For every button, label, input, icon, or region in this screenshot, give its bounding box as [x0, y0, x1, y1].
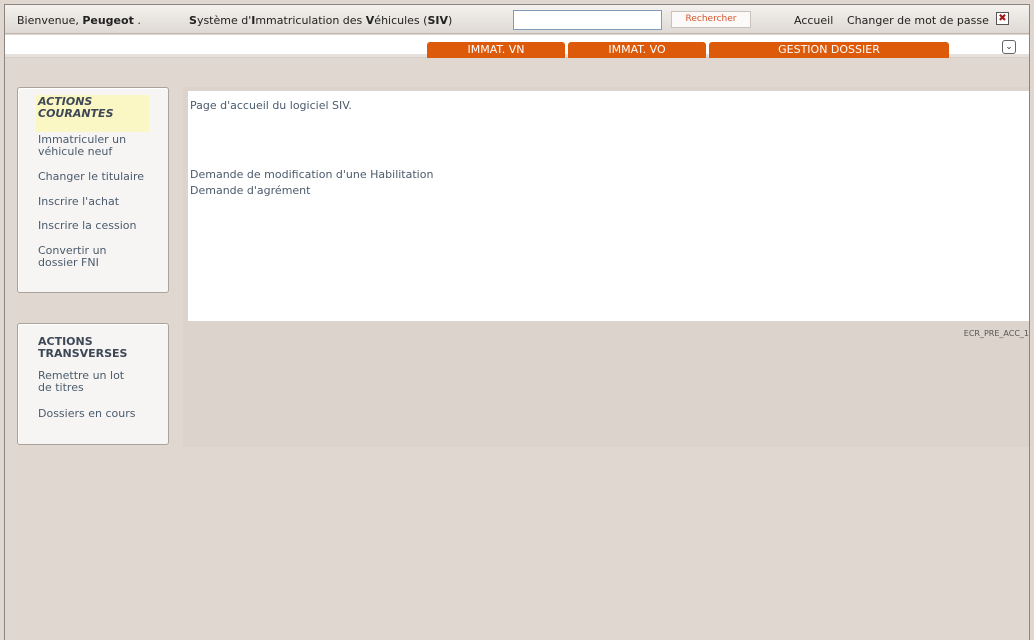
- title-part: éhicules (: [374, 14, 428, 27]
- sidebar-item-label: dossier FNI: [38, 256, 99, 269]
- system-title: Système d'Immatriculation des Véhicules …: [189, 14, 452, 27]
- welcome-suffix: .: [137, 14, 141, 27]
- nav-bar: IMMAT. VN IMMAT. VO GESTION DOSSIER ⌄: [5, 35, 1029, 58]
- sidebar-item-inscrire-achat[interactable]: Inscrire l'achat: [38, 196, 158, 208]
- search-button[interactable]: Rechercher: [671, 11, 751, 28]
- panel-title-line2: COURANTES: [38, 107, 114, 120]
- title-part: SIV: [427, 14, 448, 27]
- tab-immat-vo[interactable]: IMMAT. VO: [568, 42, 706, 58]
- title-part: mmatriculation des: [255, 14, 366, 27]
- agrement-link[interactable]: Demande d'agrément: [190, 184, 310, 197]
- tab-immat-vn[interactable]: IMMAT. VN: [427, 42, 565, 58]
- main-content: Page d'accueil du logiciel SIV. Demande …: [183, 87, 1029, 447]
- sidebar-item-label: de titres: [38, 381, 84, 394]
- title-part: ): [448, 14, 453, 27]
- app-frame: Bienvenue, Peugeot . Système d'Immatricu…: [4, 4, 1030, 640]
- content-panel: Page d'accueil du logiciel SIV. Demande …: [188, 91, 1029, 321]
- welcome-prefix: Bienvenue,: [17, 14, 79, 27]
- sidebar-item-label: Dossiers en cours: [38, 407, 136, 420]
- screen-code: ECR_PRE_ACC_1: [963, 329, 1029, 338]
- intro-text: Page d'accueil du logiciel SIV.: [190, 99, 352, 112]
- change-password-link[interactable]: Changer de mot de passe: [847, 14, 989, 27]
- habilitation-link[interactable]: Demande de modification d'une Habilitati…: [190, 168, 433, 181]
- welcome-text: Bienvenue, Peugeot .: [17, 14, 141, 27]
- home-link[interactable]: Accueil: [794, 14, 833, 27]
- sidebar-item-label: véhicule neuf: [38, 145, 113, 158]
- panel-actions-courantes: ACTIONS COURANTES Immatriculer un véhicu…: [17, 87, 169, 293]
- sidebar-item-inscrire-cession[interactable]: Inscrire la cession: [38, 220, 158, 232]
- sidebar-item-dossiers-en-cours[interactable]: Dossiers en cours: [38, 408, 158, 420]
- panel-actions-transverses: ACTIONS TRANSVERSES Remettre un lot de t…: [17, 323, 169, 445]
- close-icon[interactable]: ✖: [996, 12, 1009, 25]
- panel-title-line2: TRANSVERSES: [38, 347, 128, 360]
- sidebar-item-changer-titulaire[interactable]: Changer le titulaire: [38, 171, 158, 183]
- sidebar-item-label: Inscrire l'achat: [38, 195, 120, 208]
- expand-icon[interactable]: ⌄: [1002, 40, 1016, 54]
- title-part: S: [189, 14, 197, 27]
- sidebar-item-convertir-fni[interactable]: Convertir un dossier FNI: [38, 245, 158, 269]
- sidebar-item-remettre-lot[interactable]: Remettre un lot de titres: [38, 370, 158, 394]
- user-name: Peugeot: [82, 14, 134, 27]
- sidebar-item-label: Inscrire la cession: [38, 219, 137, 232]
- search-input[interactable]: [513, 10, 662, 30]
- top-bar: Bienvenue, Peugeot . Système d'Immatricu…: [5, 4, 1029, 34]
- title-part: ystème d': [196, 14, 252, 27]
- sidebar-item-label: Changer le titulaire: [38, 170, 145, 183]
- sidebar-item-immatriculer[interactable]: Immatriculer un véhicule neuf: [38, 134, 158, 158]
- tab-gestion-dossier[interactable]: GESTION DOSSIER: [709, 42, 949, 58]
